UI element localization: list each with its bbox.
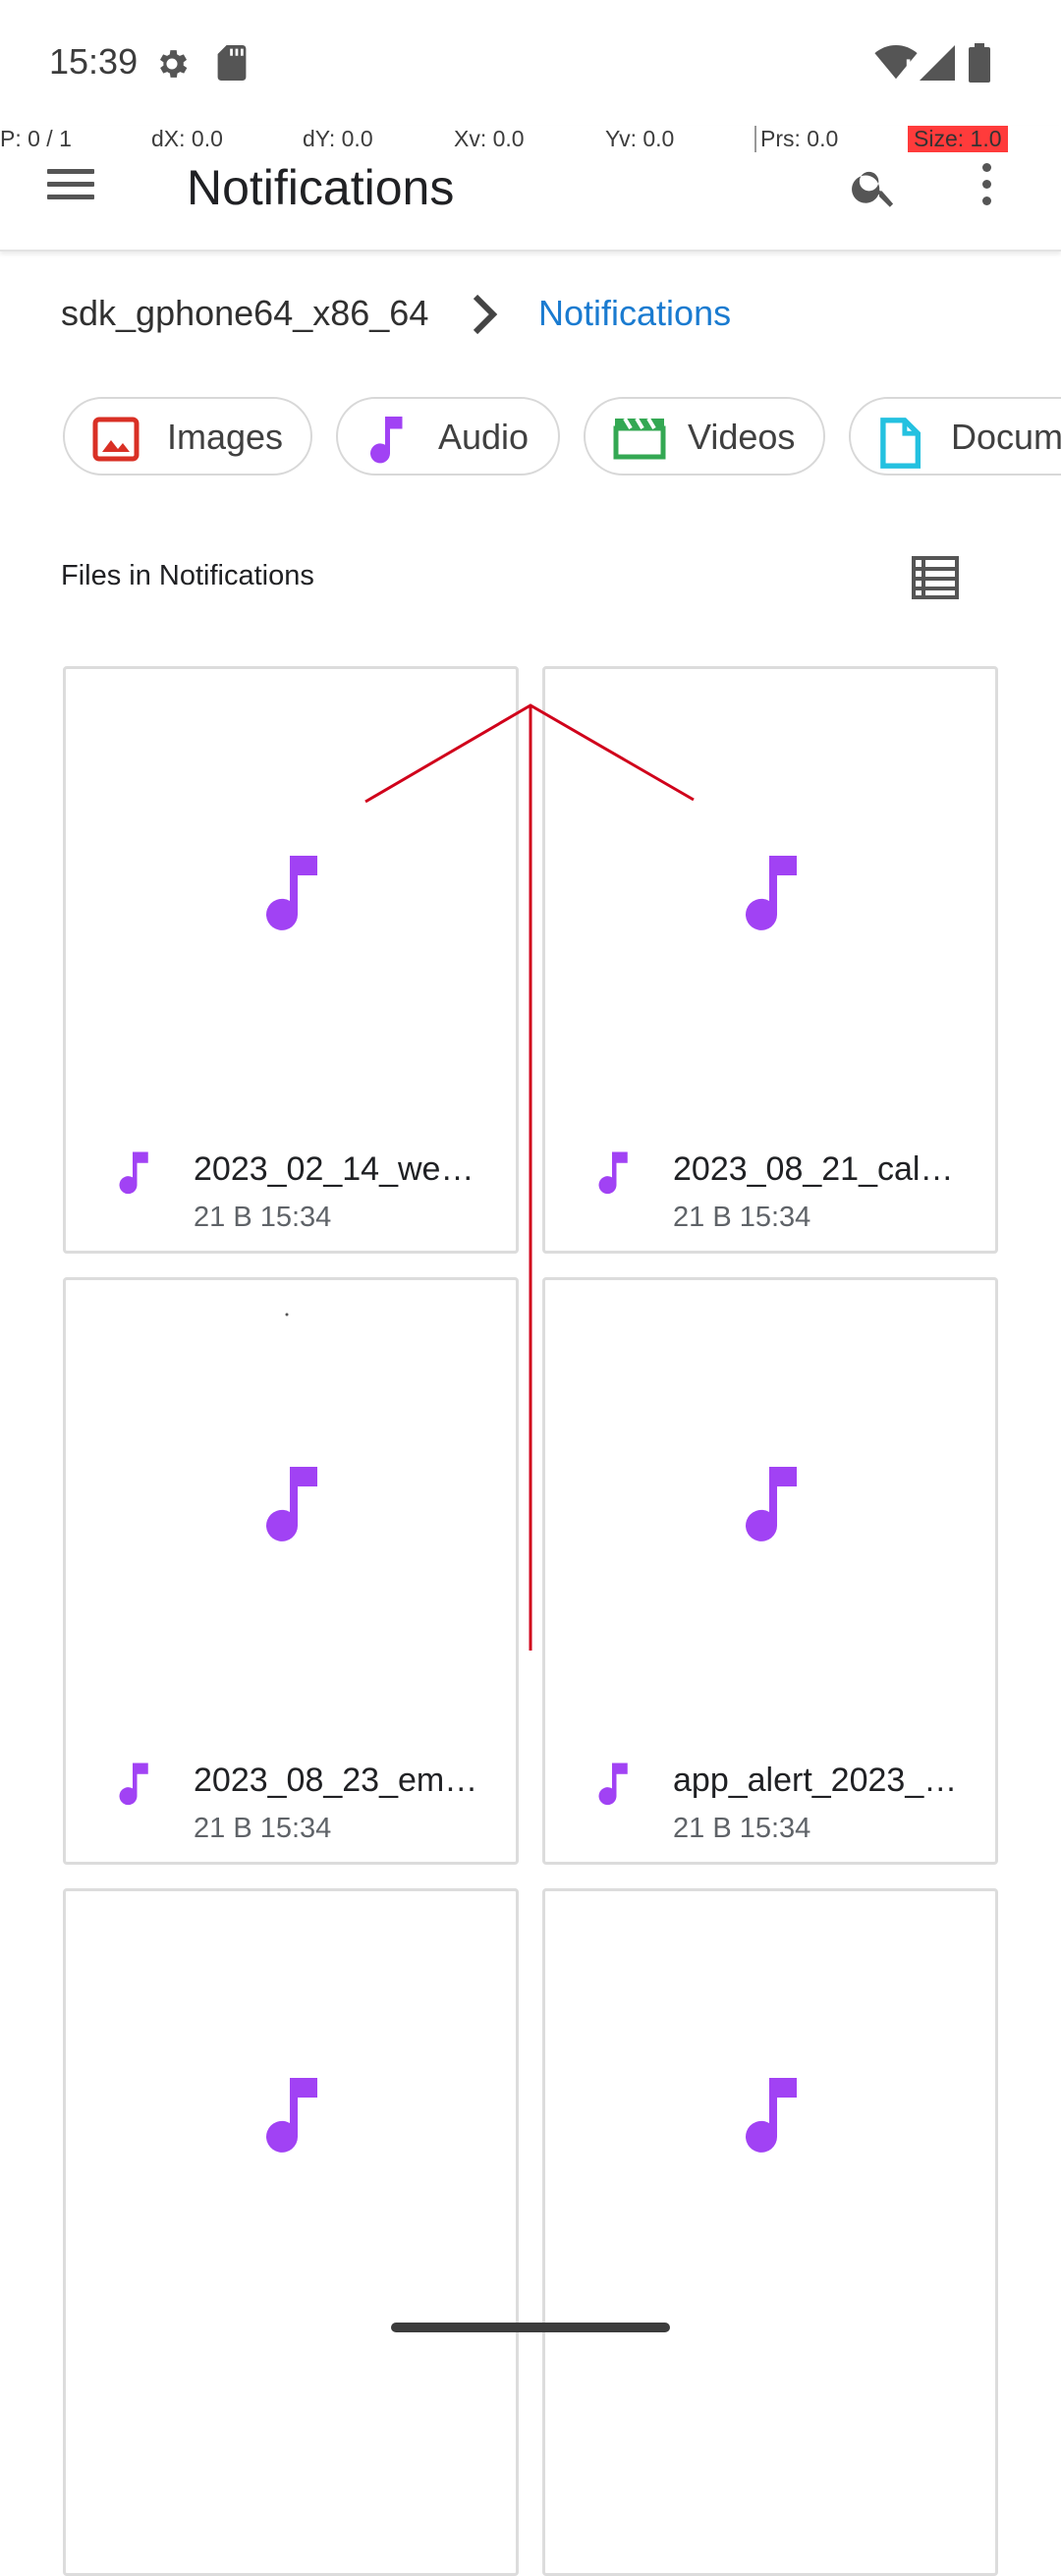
pointer-trace	[285, 703, 695, 1651]
gesture-nav-bar[interactable]	[391, 2323, 670, 2332]
trace-dot	[285, 1313, 289, 1316]
